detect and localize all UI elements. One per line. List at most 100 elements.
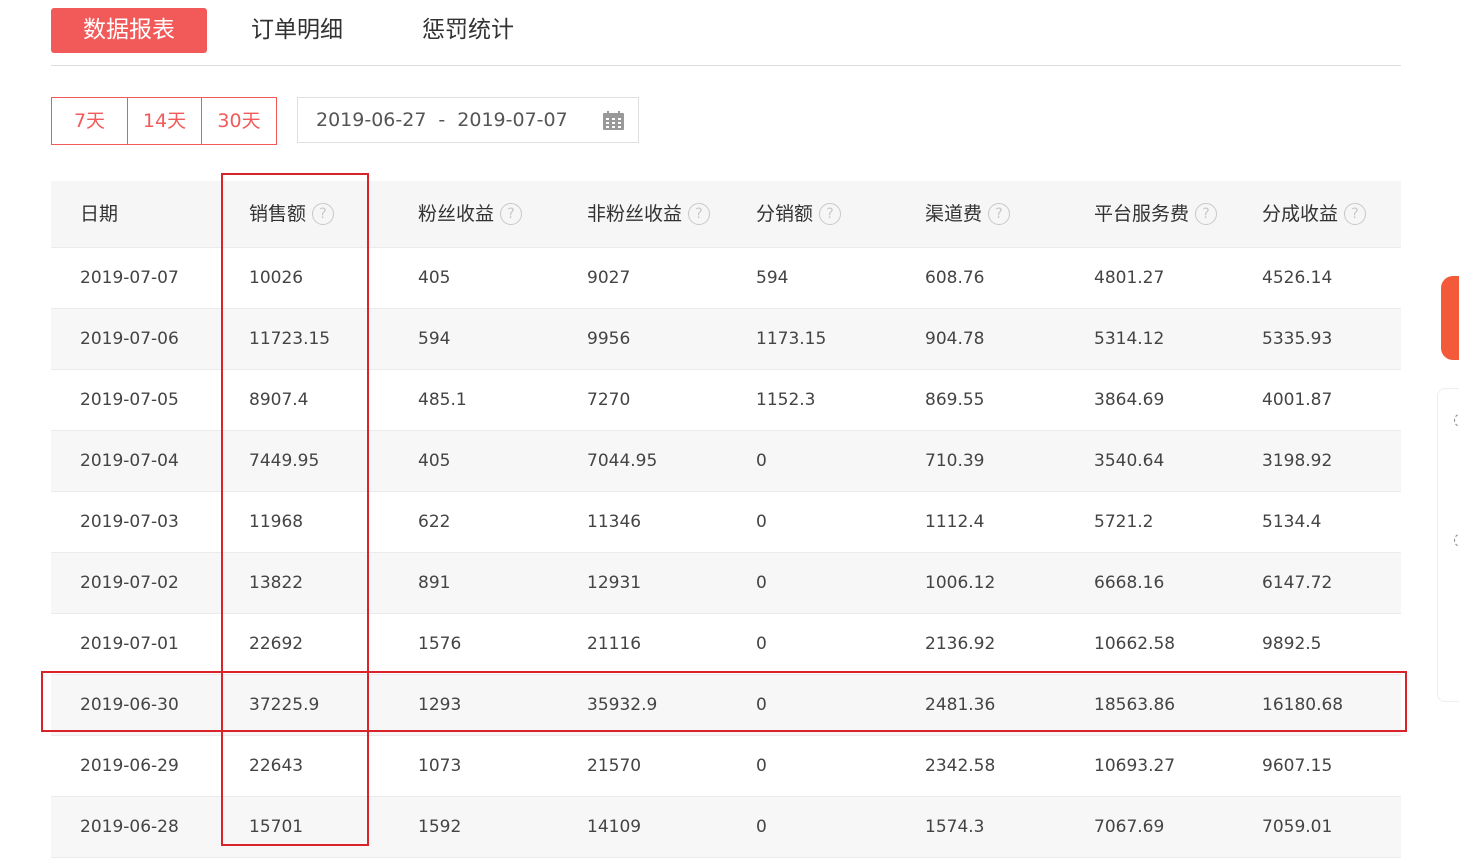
cell-platform-fee: 10693.27 — [1094, 756, 1176, 776]
help-circle-icon[interactable]: ? — [1195, 203, 1218, 225]
cell-fan-income: 1576 — [418, 634, 462, 654]
help-circle-icon[interactable]: ? — [312, 203, 335, 225]
floating-promo-badge[interactable] — [1441, 276, 1459, 360]
cell-channel-fee: 2342.58 — [925, 756, 996, 776]
cell-fan-income: 405 — [418, 451, 451, 471]
cell-sales: 11723.15 — [249, 329, 331, 349]
header-platform-fee: 平台服务费? — [1094, 181, 1218, 247]
calendar-icon[interactable] — [603, 111, 624, 130]
table-row: 2019-06-30 37225.9 1293 35932.9 0 2481.3… — [51, 675, 1401, 736]
cell-fan-income: 1073 — [418, 756, 462, 776]
cell-share-income: 9607.15 — [1262, 756, 1333, 776]
cell-non-fan-income: 14109 — [587, 817, 642, 837]
help-circle-icon[interactable]: ? — [500, 203, 523, 225]
cell-date: 2019-07-01 — [80, 634, 179, 654]
cell-platform-fee: 5314.12 — [1094, 329, 1165, 349]
cell-non-fan-income: 11346 — [587, 512, 642, 532]
cell-non-fan-income: 21570 — [587, 756, 642, 776]
table-row: 2019-07-06 11723.15 594 9956 1173.15 904… — [51, 309, 1401, 370]
help-circle-icon[interactable]: ? — [688, 203, 711, 225]
cell-date: 2019-07-06 — [80, 329, 179, 349]
help-circle-icon[interactable]: ? — [988, 203, 1011, 225]
date-end: 2019-07-07 — [457, 109, 568, 131]
data-table: 日期 销售额? 粉丝收益? 非粉丝收益? 分销额? 渠道费? 平台服务费? 分成… — [51, 181, 1401, 858]
cell-date: 2019-07-02 — [80, 573, 179, 593]
cell-distribution: 0 — [756, 695, 767, 715]
date-separator: - — [438, 109, 446, 131]
cell-platform-fee: 5721.2 — [1094, 512, 1154, 532]
table-row: 2019-07-07 10026 405 9027 594 608.76 480… — [51, 248, 1401, 309]
cell-non-fan-income: 7270 — [587, 390, 631, 410]
cell-non-fan-income: 35932.9 — [587, 695, 658, 715]
cell-date: 2019-07-03 — [80, 512, 179, 532]
floating-side-panel[interactable]: ◌ ◌ — [1437, 388, 1459, 702]
cell-platform-fee: 3540.64 — [1094, 451, 1165, 471]
cell-fan-income: 1293 — [418, 695, 462, 715]
cell-distribution: 0 — [756, 756, 767, 776]
cell-sales: 10026 — [249, 268, 304, 288]
table-row: 2019-07-02 13822 891 12931 0 1006.12 666… — [51, 553, 1401, 614]
cell-share-income: 5134.4 — [1262, 512, 1322, 532]
cell-share-income: 3198.92 — [1262, 451, 1333, 471]
cell-non-fan-income: 9956 — [587, 329, 631, 349]
table-row: 2019-06-29 22643 1073 21570 0 2342.58 10… — [51, 736, 1401, 797]
cell-channel-fee: 2481.36 — [925, 695, 996, 715]
cell-channel-fee: 1006.12 — [925, 573, 996, 593]
header-sales: 销售额? — [249, 181, 335, 247]
table-row: 2019-07-03 11968 622 11346 0 1112.4 5721… — [51, 492, 1401, 553]
service-icon[interactable]: ◌ — [1453, 529, 1459, 550]
table-row: 2019-07-05 8907.4 485.1 7270 1152.3 869.… — [51, 370, 1401, 431]
cell-sales: 7449.95 — [249, 451, 320, 471]
table-row: 2019-07-04 7449.95 405 7044.95 0 710.39 … — [51, 431, 1401, 492]
cell-distribution: 0 — [756, 634, 767, 654]
cell-fan-income: 891 — [418, 573, 451, 593]
cell-non-fan-income: 7044.95 — [587, 451, 658, 471]
header-fan-income: 粉丝收益? — [418, 181, 523, 247]
cell-date: 2019-06-30 — [80, 695, 179, 715]
cell-distribution: 1152.3 — [756, 390, 816, 410]
table-row: 2019-06-28 15701 1592 14109 0 1574.3 706… — [51, 797, 1401, 858]
cell-sales: 37225.9 — [249, 695, 320, 715]
cell-platform-fee: 10662.58 — [1094, 634, 1176, 654]
cell-non-fan-income: 12931 — [587, 573, 642, 593]
cell-platform-fee: 7067.69 — [1094, 817, 1165, 837]
chat-icon[interactable]: ◌ — [1453, 409, 1459, 430]
cell-channel-fee: 608.76 — [925, 268, 985, 288]
cell-sales: 8907.4 — [249, 390, 309, 410]
range-30-days-button[interactable]: 30天 — [202, 98, 276, 144]
cell-sales: 22692 — [249, 634, 304, 654]
help-circle-icon[interactable]: ? — [819, 203, 842, 225]
cell-platform-fee: 3864.69 — [1094, 390, 1165, 410]
cell-channel-fee: 869.55 — [925, 390, 985, 410]
cell-share-income: 6147.72 — [1262, 573, 1333, 593]
cell-share-income: 16180.68 — [1262, 695, 1344, 715]
header-date: 日期 — [80, 203, 119, 225]
help-circle-icon[interactable]: ? — [1344, 203, 1367, 225]
tab-penalty-stats[interactable]: 惩罚统计 — [422, 8, 522, 53]
tab-data-report[interactable]: 数据报表 — [51, 8, 207, 53]
cell-date: 2019-07-07 — [80, 268, 179, 288]
cell-platform-fee: 18563.86 — [1094, 695, 1176, 715]
cell-sales: 11968 — [249, 512, 304, 532]
tab-divider — [51, 65, 1401, 66]
cell-share-income: 4001.87 — [1262, 390, 1333, 410]
header-distribution: 分销额? — [756, 181, 842, 247]
date-start: 2019-06-27 — [316, 109, 427, 131]
header-share-income: 分成收益? — [1262, 181, 1367, 247]
table-row: 2019-07-01 22692 1576 21116 0 2136.92 10… — [51, 614, 1401, 675]
range-7-days-button[interactable]: 7天 — [52, 98, 128, 144]
cell-date: 2019-07-05 — [80, 390, 179, 410]
range-14-days-button[interactable]: 14天 — [128, 98, 202, 144]
cell-channel-fee: 1574.3 — [925, 817, 985, 837]
table-header: 日期 销售额? 粉丝收益? 非粉丝收益? 分销额? 渠道费? 平台服务费? 分成… — [51, 181, 1401, 248]
cell-distribution: 0 — [756, 573, 767, 593]
cell-platform-fee: 6668.16 — [1094, 573, 1165, 593]
cell-share-income: 7059.01 — [1262, 817, 1333, 837]
cell-fan-income: 405 — [418, 268, 451, 288]
header-non-fan-income: 非粉丝收益? — [587, 181, 711, 247]
cell-non-fan-income: 9027 — [587, 268, 631, 288]
date-range-picker[interactable]: 2019-06-27 - 2019-07-07 — [297, 97, 639, 143]
tab-bar: 数据报表 订单明细 惩罚统计 — [51, 8, 514, 53]
cell-share-income: 5335.93 — [1262, 329, 1333, 349]
tab-order-details[interactable]: 订单明细 — [251, 8, 351, 53]
